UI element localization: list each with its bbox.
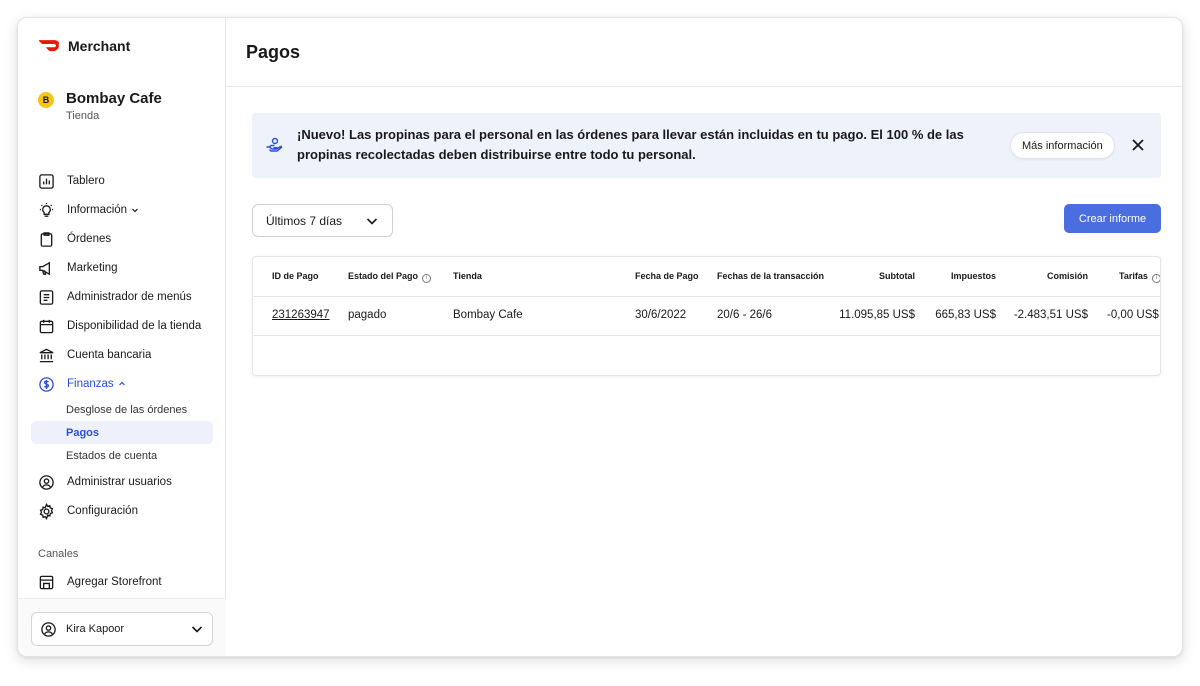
column-header-impuestos[interactable]: Impuestos [933, 271, 996, 281]
sidebar-item-label: Órdenes [67, 233, 112, 245]
page-title: Pagos [246, 42, 301, 62]
date-range-select[interactable]: Últimos 7 días [252, 204, 393, 237]
info-icon[interactable]: i [422, 274, 432, 283]
gear-icon [39, 502, 54, 520]
section-label-canales: Canales [38, 548, 79, 560]
user-name: Kira Kapoor [66, 623, 125, 635]
cell-estado: pagado [348, 309, 387, 321]
table-header: ID de Pago Estado del Pago i Tienda Fecha… [253, 257, 1160, 297]
sidebar-item-label: Marketing [67, 262, 118, 274]
payments-table: ID de Pago Estado del Pago i Tienda Fecha… [252, 256, 1161, 376]
store-subtitle: Tienda [66, 110, 100, 122]
chevron-down-icon [366, 217, 378, 225]
sidebar-item-label: Disponibilidad de la tienda [67, 320, 202, 332]
megaphone-icon [39, 261, 50, 275]
sidebar-item-tablero[interactable]: Tablero [38, 170, 105, 192]
sidebar-item-label: Información [67, 204, 128, 216]
cell-fechas-transaccion: 20/6 - 26/6 [717, 309, 772, 321]
cell-subtotal: 11.095,85 US$ [839, 309, 915, 321]
sidebar-item-configuracion[interactable]: Configuración [38, 500, 138, 522]
column-header-fecha-pago[interactable]: Fecha de Pago [635, 271, 699, 281]
cell-impuestos: 665,83 US$ [935, 309, 996, 321]
info-icon[interactable]: i [1151, 274, 1160, 283]
sidebar: Merchant B Bombay Cafe Tienda Tablero In… [18, 18, 226, 656]
sidebar-item-label: Finanzas [67, 378, 114, 390]
sidebar-subitem-estados[interactable]: Estados de cuenta [66, 450, 157, 462]
date-range-value: Últimos 7 días [266, 213, 343, 228]
column-header-tarifas[interactable]: Tarifas i [1119, 271, 1160, 283]
bank-icon [39, 348, 54, 362]
more-info-button[interactable]: Más información [1010, 132, 1115, 159]
sidebar-item-label: Administrador de menús [67, 291, 192, 303]
sidebar-item-informacion[interactable]: Información [38, 199, 139, 221]
banner-message: ¡Nuevo! Las propinas para el personal en… [297, 127, 964, 162]
close-icon[interactable] [1130, 137, 1146, 153]
sidebar-item-ordenes[interactable]: Órdenes [38, 228, 111, 250]
column-header-label: Estado del Pago [348, 271, 419, 281]
doordash-logo-icon [38, 40, 60, 52]
cell-tienda: Bombay Cafe [453, 309, 523, 321]
sidebar-item-label: Tablero [67, 175, 105, 187]
sidebar-item-label: Agregar Storefront [67, 576, 162, 588]
clipboard-icon [40, 231, 53, 247]
sidebar-item-label: Cuenta bancaria [67, 349, 152, 361]
sidebar-item-label: Administrar usuarios [67, 476, 172, 488]
user-circle-icon [41, 621, 56, 637]
brand-name: Merchant [68, 38, 131, 54]
dashboard-icon [39, 173, 54, 189]
page-header: Pagos [226, 18, 1182, 87]
menu-book-icon [39, 289, 54, 305]
user-menu-button[interactable]: Kira Kapoor [31, 612, 213, 646]
cell-tarifas: -0,00 US$ [1107, 309, 1159, 321]
app-window: Merchant B Bombay Cafe Tienda Tablero In… [17, 17, 1183, 657]
sidebar-item-label: Configuración [67, 505, 138, 517]
sidebar-item-disponibilidad[interactable]: Disponibilidad de la tienda [38, 315, 201, 337]
column-header-comision[interactable]: Comisión [1018, 271, 1088, 281]
lightbulb-icon [39, 202, 54, 217]
sidebar-subitem-pagos[interactable]: Pagos [66, 427, 99, 439]
table-row[interactable]: 231263947 pagado Bombay Cafe 30/6/2022 2… [253, 297, 1160, 336]
sidebar-subitem-active-bg [31, 421, 213, 444]
store-avatar: B [38, 92, 54, 108]
tips-banner: ¡Nuevo! Las propinas para el personal en… [252, 113, 1161, 178]
cell-fecha-pago: 30/6/2022 [635, 309, 687, 321]
payment-id-link[interactable]: 231263947 [272, 309, 330, 321]
brand[interactable]: Merchant [38, 38, 130, 54]
column-header-tienda[interactable]: Tienda [453, 271, 482, 281]
column-header-label: Tarifas [1119, 271, 1148, 281]
column-header-id[interactable]: ID de Pago [272, 271, 319, 281]
chevron-down-icon [132, 208, 139, 213]
sidebar-item-menus[interactable]: Administrador de menús [38, 286, 192, 308]
sidebar-item-cuenta[interactable]: Cuenta bancaria [38, 344, 151, 366]
chevron-down-icon [191, 626, 203, 633]
sidebar-item-marketing[interactable]: Marketing [38, 257, 118, 279]
column-header-subtotal[interactable]: Subtotal [853, 271, 915, 281]
create-report-button[interactable]: Crear informe [1064, 204, 1161, 233]
column-header-estado[interactable]: Estado del Pago i [348, 271, 432, 283]
sidebar-subitem-desglose[interactable]: Desglose de las órdenes [66, 404, 187, 416]
cell-comision: -2.483,51 US$ [1013, 309, 1088, 321]
store-name: Bombay Cafe [66, 90, 162, 107]
dollar-circle-icon [39, 376, 54, 392]
main-content: Pagos ¡Nuevo! Las propinas para el perso… [226, 18, 1182, 656]
user-circle-icon [39, 474, 54, 490]
column-header-fechas-transaccion[interactable]: Fechas de la transacción [717, 271, 824, 281]
sidebar-footer: Kira Kapoor [18, 598, 226, 656]
sidebar-item-usuarios[interactable]: Administrar usuarios [38, 471, 172, 493]
calendar-icon [39, 319, 54, 333]
storefront-icon [39, 575, 54, 589]
sidebar-item-storefront[interactable]: Agregar Storefront [38, 571, 162, 593]
hand-coin-icon [266, 137, 283, 152]
chevron-up-icon [118, 381, 125, 386]
sidebar-item-finanzas[interactable]: Finanzas [38, 373, 126, 395]
